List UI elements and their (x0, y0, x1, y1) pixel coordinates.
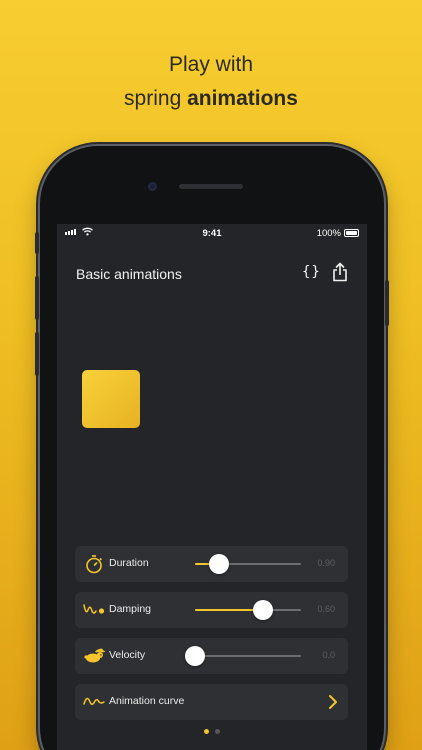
animated-square (82, 370, 140, 428)
share-icon[interactable] (331, 262, 349, 282)
duration-value: 0.90 (317, 558, 335, 568)
velocity-value: 0.0 (322, 650, 335, 660)
headline-line-1: Play with (168, 53, 254, 76)
mute-switch (35, 232, 39, 254)
battery-icon (344, 229, 359, 237)
damping-value: 0.60 (317, 604, 335, 614)
headline-line-2: spring animations (0, 82, 422, 116)
damping-slider-knob[interactable] (253, 600, 273, 620)
duration-slider-knob[interactable] (209, 554, 229, 574)
damping-row: Damping 0.60 (75, 592, 348, 628)
phone-frame: 9:41 100% Basic animations {} Duration 0… (35, 146, 389, 750)
curve-icon (83, 697, 105, 705)
damping-wave-icon (83, 604, 105, 614)
damping-label: Damping (109, 603, 152, 615)
app-screen: 9:41 100% Basic animations {} Duration 0… (57, 224, 367, 750)
page-dot-active[interactable] (204, 729, 209, 734)
rabbit-icon (84, 648, 105, 663)
chevron-right-icon (329, 695, 337, 709)
page-title: Basic animations (76, 266, 182, 282)
headline-prefix: spring (124, 87, 188, 110)
duration-row: Duration 0.90 (75, 546, 348, 582)
velocity-slider-knob[interactable] (185, 646, 205, 666)
page-dot[interactable] (215, 729, 220, 734)
volume-down-button (35, 332, 39, 376)
front-camera (148, 182, 157, 191)
earpiece-speaker (179, 184, 243, 189)
power-button (385, 280, 389, 326)
duration-label: Duration (109, 557, 149, 569)
velocity-row: Velocity 0.0 (75, 638, 348, 674)
velocity-slider-track[interactable] (195, 655, 301, 657)
velocity-label: Velocity (109, 649, 146, 661)
promo-headline: Play with spring animations (0, 48, 422, 116)
status-bar: 9:41 100% (57, 224, 367, 242)
volume-up-button (35, 276, 39, 320)
code-button[interactable]: {} (302, 264, 321, 280)
headline-emphasis: animations (187, 87, 298, 110)
page-indicator (57, 729, 367, 734)
battery-percent: 100% (316, 228, 341, 239)
stopwatch-icon (86, 555, 103, 574)
animation-curve-row[interactable]: Animation curve (75, 684, 348, 720)
animation-curve-label: Animation curve (109, 695, 185, 707)
